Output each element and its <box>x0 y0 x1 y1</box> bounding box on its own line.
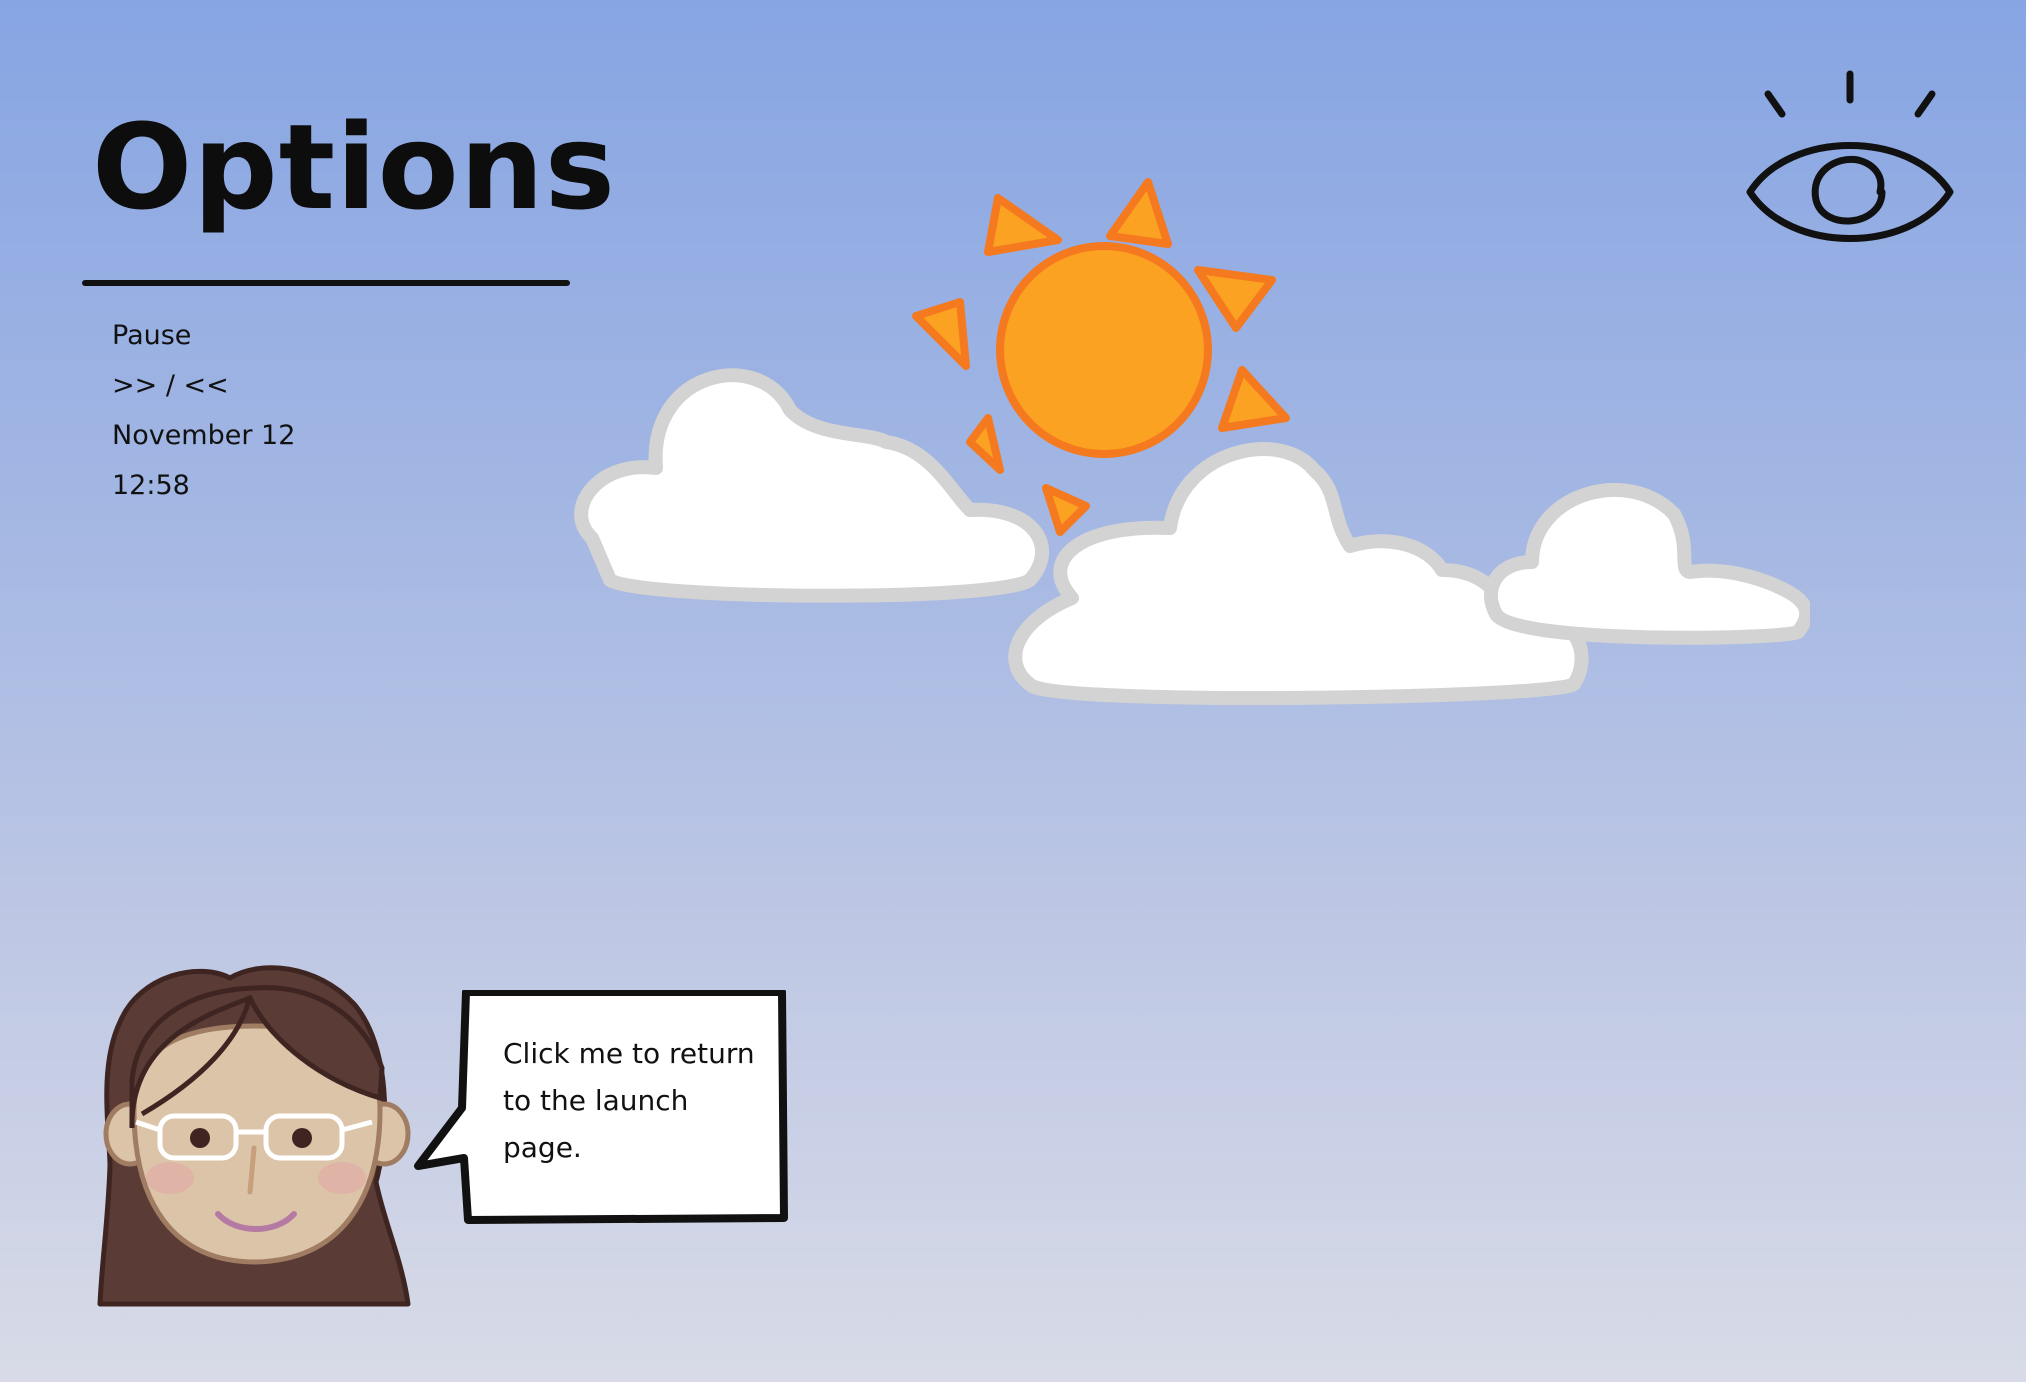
date-display: November 12 <box>112 420 296 451</box>
guide-avatar[interactable] <box>90 960 420 1320</box>
speech-bubble-text[interactable]: Click me to return to the launch page. <box>503 1030 773 1171</box>
cloud-icon <box>574 368 1049 603</box>
time-display: 12:58 <box>112 470 190 501</box>
weather-illustration <box>574 178 1810 706</box>
title-underline <box>82 280 570 286</box>
options-menu: Pause >> / << November 12 12:58 <box>112 318 412 518</box>
page-title: Options <box>92 98 616 236</box>
pause-button[interactable]: Pause <box>112 318 412 368</box>
cloud-icon <box>1484 483 1810 645</box>
speed-control-button[interactable]: >> / << <box>112 368 412 418</box>
